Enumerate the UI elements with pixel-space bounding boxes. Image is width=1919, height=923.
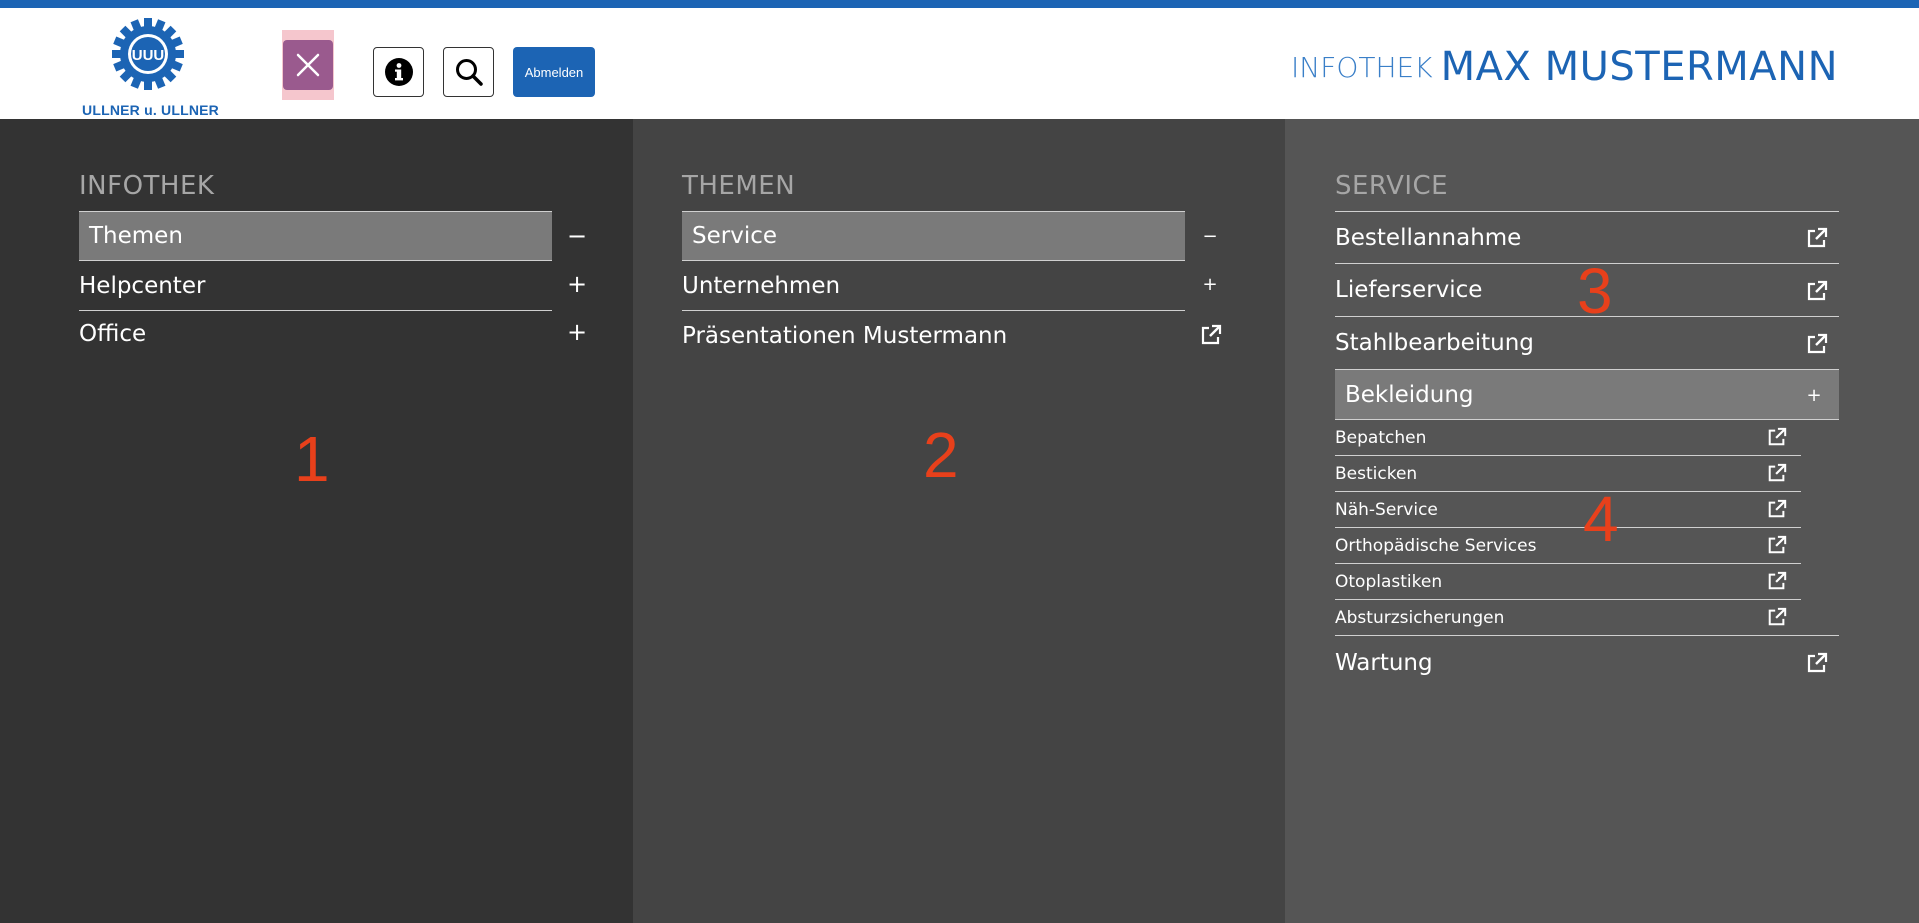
gear-logo-icon: UUU [112,18,184,90]
external-link-icon[interactable] [1806,652,1828,674]
submenu-item-label: Otoplastiken [1335,571,1443,592]
menu-item-label: Bekleidung [1345,381,1474,408]
column-title: INFOTHEK [79,171,215,201]
info-button[interactable] [373,47,424,97]
menu-item-label: Unternehmen [682,272,841,299]
page-title-section: INFOTHEK [1291,51,1433,84]
menu-item-label: Office [79,321,147,347]
menu-item-label: Präsentationen Mustermann [682,323,1008,349]
column-title: THEMEN [682,171,796,201]
svg-text:UUU: UUU [132,47,165,64]
submenu-item-otoplastiken[interactable]: Otoplastiken [1335,564,1801,600]
annotation-marker-3: 3 [1577,255,1613,327]
logout-button[interactable]: Abmelden [513,47,595,97]
submenu-item-naeh-service[interactable]: Näh-Service [1335,492,1801,528]
menu-item-unternehmen[interactable]: Unternehmen [682,261,1185,311]
external-link-icon[interactable] [1767,463,1787,483]
menu-item-label: Helpcenter [79,272,206,299]
external-link-icon[interactable] [1200,324,1222,346]
menu-item-wartung[interactable]: Wartung [1335,636,1839,690]
external-link-icon[interactable] [1767,535,1787,555]
page-title: INFOTHEK MAX MUSTERMANN [1291,44,1838,90]
menu-item-label: Themen [89,223,183,249]
submenu-item-label: Näh-Service [1335,499,1438,520]
menu-item-label: Lieferservice [1335,277,1483,303]
close-icon [296,53,320,77]
submenu-item-orthopaedische-services[interactable]: Orthopädische Services [1335,528,1801,564]
menu-item-label: Bestellannahme [1335,224,1522,251]
info-icon [384,58,413,86]
external-link-icon[interactable] [1806,227,1828,249]
menu-item-label: Wartung [1335,650,1433,676]
column-themen: THEMEN Service − Unternehmen + Präsentat… [633,119,1285,923]
menu-item-helpcenter[interactable]: Helpcenter [79,261,552,311]
column-title: SERVICE [1335,171,1449,201]
logo-wordmark: ULLNER u. ULLNER [82,102,219,118]
annotation-marker-1: 1 [294,423,330,495]
submenu-item-label: Orthopädische Services [1335,535,1537,556]
submenu-item-besticken[interactable]: Besticken [1335,456,1801,492]
collapse-icon[interactable]: − [562,221,592,251]
menu-item-label: Stahlbearbeitung [1335,330,1534,356]
submenu-item-label: Absturzsicherungen [1335,607,1505,628]
search-icon [455,59,483,86]
expand-icon[interactable]: + [1799,380,1829,410]
menu-item-service[interactable]: Service [682,211,1185,261]
menu-item-bekleidung[interactable]: Bekleidung [1335,370,1839,420]
external-link-icon[interactable] [1806,280,1828,302]
external-link-icon[interactable] [1767,571,1787,591]
external-link-icon[interactable] [1767,427,1787,447]
external-link-icon[interactable] [1806,333,1828,355]
expand-icon[interactable]: + [1195,269,1225,299]
menu-item-praesentationen[interactable]: Präsentationen Mustermann [682,311,1185,361]
submenu-item-label: Besticken [1335,463,1418,484]
annotation-marker-4: 4 [1583,483,1619,555]
menu-item-label: Service [692,223,778,249]
menu-item-themen[interactable]: Themen [79,211,552,261]
submenu-item-label: Bepatchen [1335,427,1427,448]
submenu-item-absturzsicherungen[interactable]: Absturzsicherungen [1335,600,1839,636]
expand-icon[interactable]: + [562,269,592,299]
close-menu-button[interactable] [283,40,333,90]
page-title-user: MAX MUSTERMANN [1440,44,1838,90]
column-infothek: INFOTHEK Themen − Helpcenter + Office + … [0,119,633,923]
submenu-item-bepatchen[interactable]: Bepatchen [1335,420,1801,456]
company-logo[interactable]: UUU ULLNER u. ULLNER [78,18,223,118]
menu-item-office[interactable]: Office [79,309,552,359]
collapse-icon[interactable]: − [1195,221,1225,251]
expand-icon[interactable]: + [562,317,592,347]
external-link-icon[interactable] [1767,499,1787,519]
search-button[interactable] [443,47,494,97]
column-service: SERVICE Bestellannahme Lieferservice Sta… [1285,119,1919,923]
header-bar: UUU ULLNER u. ULLNER Abmelden INFOTHEK MA… [0,0,1919,119]
annotation-marker-2: 2 [923,419,959,491]
external-link-icon[interactable] [1767,607,1787,627]
